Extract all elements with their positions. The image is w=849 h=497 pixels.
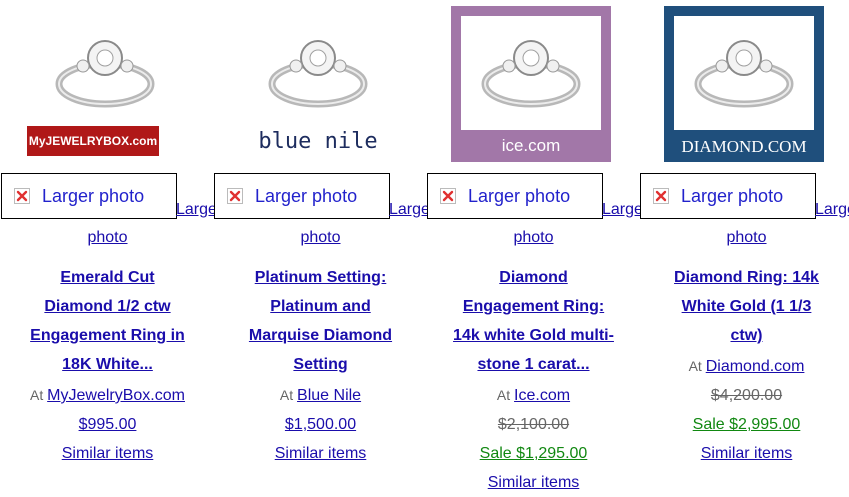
larger-photo-image[interactable]: Larger photo [640, 173, 816, 219]
product-title-line: Setting [293, 356, 348, 373]
store-link[interactable]: Blue Nile [297, 387, 361, 404]
larger-photo-alt-text: Larger photo [681, 185, 784, 206]
product-thumbnail[interactable]: DIAMOND.COM [664, 6, 824, 162]
similar-items-link[interactable]: Similar items [640, 439, 849, 468]
product-thumbnail[interactable]: ice.com [451, 6, 611, 162]
product-title-link[interactable]: Platinum Setting: Platinum and Marquise Di… [214, 263, 427, 379]
larger-photo-alt-text: Larger photo [255, 185, 358, 206]
product-title-line: Diamond 1/2 ctw [44, 298, 171, 315]
broken-image-icon [440, 188, 456, 204]
product-title-line: 18K White... [62, 356, 153, 373]
sale-price-link[interactable]: Sale $1,295.00 [427, 439, 640, 468]
store-line: At MyJewelryBox.com [1, 381, 214, 410]
store-line: At Diamond.com [640, 352, 849, 381]
store-logo-text: ice.com [501, 136, 561, 155]
at-label: At [279, 387, 298, 403]
larger-photo-link-tail[interactable]: photo [1, 228, 214, 248]
larger-photo-link-tail[interactable]: photo [640, 228, 849, 248]
larger-photo-link[interactable]: Larger [815, 201, 849, 219]
product-title-link[interactable]: Diamond Ring: 14k White Gold (1 1/3 ctw) [640, 263, 849, 350]
similar-items-link[interactable]: Similar items [1, 439, 214, 468]
product-thumbnail[interactable]: blue nile [238, 6, 398, 162]
store-link[interactable]: MyJewelryBox.com [47, 387, 185, 404]
larger-photo-image[interactable]: Larger photo [1, 173, 177, 219]
product-title-link[interactable]: Diamond Engagement Ring: 14k white Gold mu… [427, 263, 640, 379]
store-logo: blue nile [238, 126, 398, 156]
store-line: At Ice.com [427, 381, 640, 410]
product-title-line: 14k white Gold multi- [453, 327, 614, 344]
product-title-line: Diamond [499, 269, 568, 286]
store-logo: MyJEWELRYBOX.com [27, 126, 159, 156]
at-label: At [30, 387, 48, 403]
larger-photo-link[interactable]: Larger [389, 201, 427, 219]
broken-image-icon [653, 188, 669, 204]
product-title-line: Engagement Ring: [462, 298, 605, 315]
store-line: At Blue Nile [214, 381, 427, 410]
sale-price-link[interactable]: Sale $2,995.00 [640, 410, 849, 439]
larger-photo-link[interactable]: Larger [602, 201, 640, 219]
product-title-line: Engagement Ring in [30, 327, 185, 344]
larger-photo-image[interactable]: Larger photo [214, 173, 390, 219]
product-info: At MyJewelryBox.com $995.00 Similar items [1, 381, 214, 468]
product-title-line: White Gold (1 1/3 [681, 298, 812, 315]
store-logo-text: MyJEWELRYBOX.com [28, 134, 158, 148]
product-info: At Blue Nile $1,500.00 Similar items [214, 381, 427, 468]
product-title-line: Marquise Diamond [248, 327, 393, 344]
product-thumbnail[interactable]: MyJEWELRYBOX.com [25, 6, 185, 162]
broken-image-icon [14, 188, 30, 204]
similar-items-link[interactable]: Similar items [214, 439, 427, 468]
larger-photo-link-tail[interactable]: photo [427, 228, 640, 248]
product-info: At Ice.com $2,100.00 Sale $1,295.00 Similar… [427, 381, 640, 497]
larger-photo-alt-text: Larger photo [42, 185, 145, 206]
product-title-line: Platinum and [270, 298, 371, 315]
at-label: At [496, 387, 515, 403]
larger-photo-link[interactable]: Larger [176, 201, 214, 219]
product-title-line: Diamond Ring: 14k [674, 269, 819, 286]
larger-photo-image[interactable]: Larger photo [427, 173, 603, 219]
store-logo-text: blue nile [258, 128, 378, 154]
store-logo: DIAMOND.COM [664, 132, 824, 162]
store-logo: ice.com [461, 130, 601, 162]
broken-image-icon [227, 188, 243, 204]
product-title-line: stone 1 carat... [477, 356, 590, 373]
similar-items-link[interactable]: Similar items [427, 468, 640, 497]
price-link[interactable]: $1,500.00 [214, 410, 427, 439]
product-info: At Diamond.com $4,200.00 Sale $2,995.00 Sim… [640, 352, 849, 468]
at-label: At [688, 358, 706, 374]
larger-photo-alt-text: Larger photo [468, 185, 571, 206]
price-link[interactable]: $995.00 [1, 410, 214, 439]
store-link[interactable]: Ice.com [514, 387, 570, 404]
original-price: $4,200.00 [710, 387, 783, 404]
product-title-line: ctw) [730, 327, 763, 344]
product-title-line: Platinum Setting: [254, 269, 387, 286]
original-price: $2,100.00 [497, 416, 570, 433]
product-title-line: Emerald Cut [60, 269, 155, 286]
larger-photo-link-tail[interactable]: photo [214, 228, 427, 248]
store-logo-text: DIAMOND.COM [681, 137, 807, 156]
product-title-link[interactable]: Emerald Cut Diamond 1/2 ctw Engagement Rin… [1, 263, 214, 379]
store-link[interactable]: Diamond.com [706, 358, 805, 375]
